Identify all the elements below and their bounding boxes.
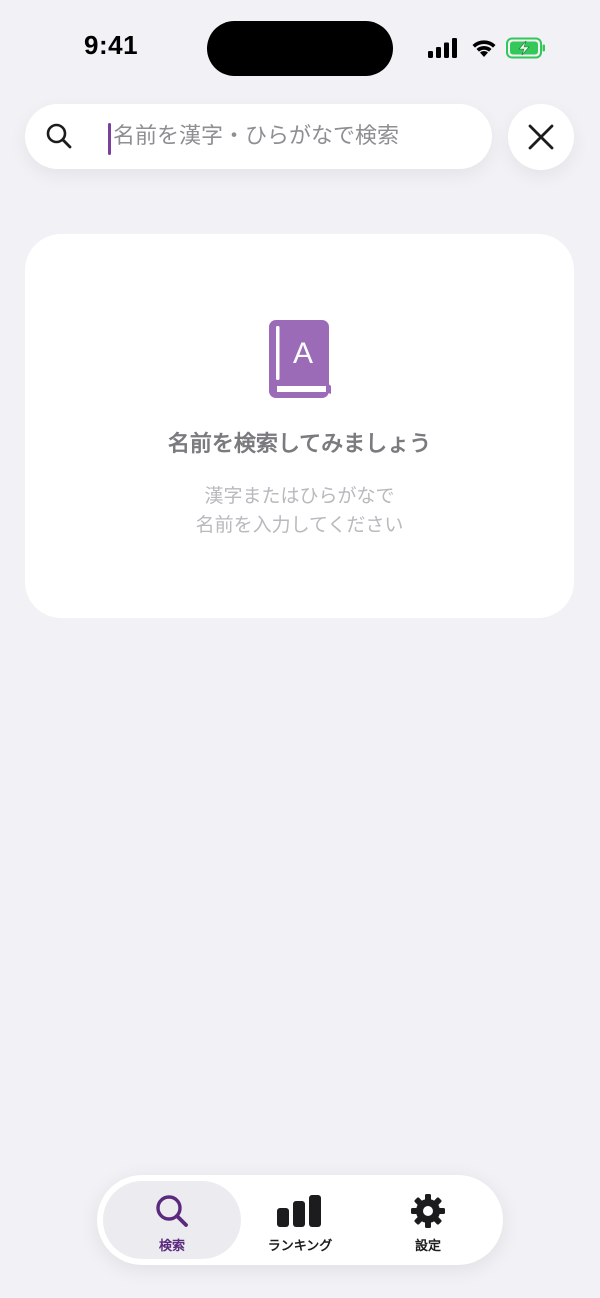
- cellular-signal-icon: [428, 38, 457, 58]
- search-icon: [156, 1195, 188, 1227]
- search-bar[interactable]: [25, 104, 492, 169]
- close-button[interactable]: [508, 104, 574, 170]
- book-letter-a-icon: A: [269, 320, 331, 398]
- dynamic-island: [207, 21, 393, 76]
- tab-search-label: 検索: [158, 1239, 185, 1254]
- tab-settings[interactable]: 設定: [359, 1181, 497, 1259]
- gear-icon: [411, 1194, 445, 1228]
- text-cursor: [108, 123, 111, 155]
- status-bar: 9:41: [0, 0, 600, 96]
- wifi-icon: [472, 40, 496, 57]
- search-icon: [46, 123, 72, 149]
- close-icon: [528, 124, 554, 150]
- status-time: 9:41: [84, 30, 139, 60]
- empty-state-card: A 名前を検索してみましょう 漢字またはひらがなで 名前を入力してください: [25, 234, 574, 618]
- empty-state-description-line1: 漢字またはひらがなで: [204, 485, 395, 507]
- tab-ranking-label: ランキング: [267, 1239, 333, 1254]
- svg-text:A: A: [293, 337, 313, 370]
- battery-charging-icon: [506, 37, 545, 59]
- empty-state-title: 名前を検索してみましょう: [167, 432, 432, 457]
- bar-chart-icon: [277, 1195, 321, 1227]
- empty-state-description-line2: 名前を入力してください: [195, 514, 404, 536]
- tab-settings-label: 設定: [414, 1239, 441, 1254]
- tab-search[interactable]: 検索: [103, 1181, 241, 1259]
- empty-state-description: 漢字またはひらがなで 名前を入力してください: [25, 482, 574, 540]
- tab-bar: 検索 ランキング 設定: [97, 1175, 503, 1265]
- search-input[interactable]: [113, 104, 473, 169]
- tab-ranking[interactable]: ランキング: [231, 1181, 369, 1259]
